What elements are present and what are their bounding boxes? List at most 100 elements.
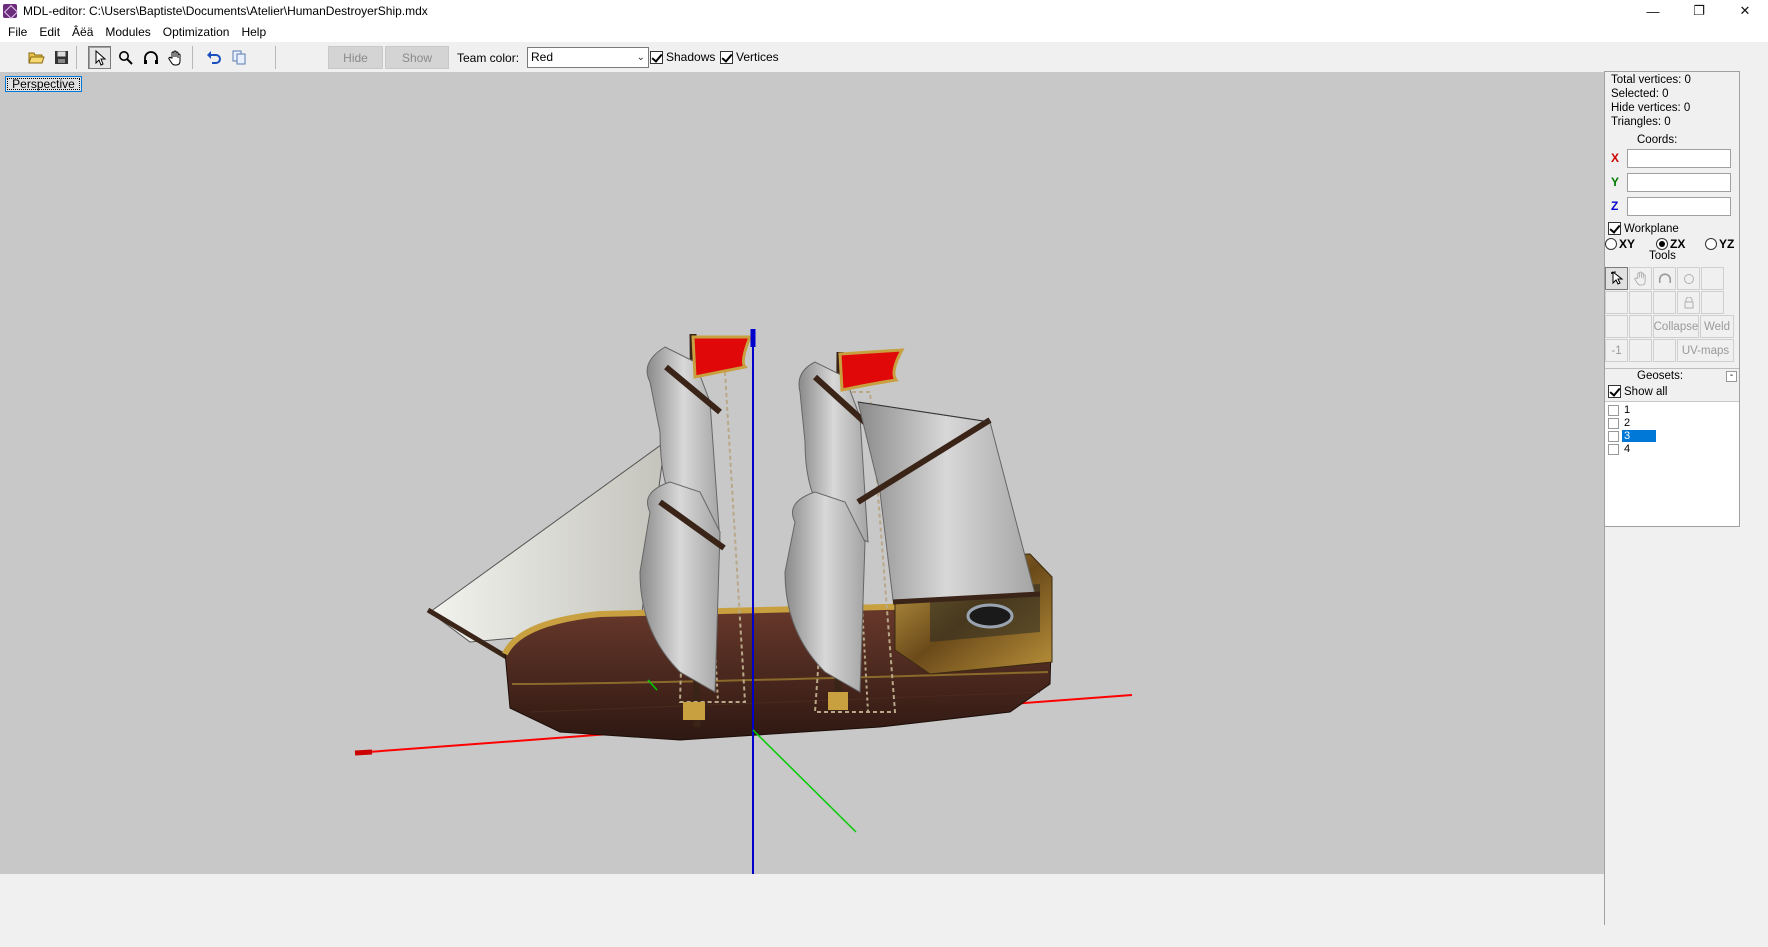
workplane-label: Workplane (1624, 222, 1679, 235)
vertices-checkbox[interactable]: Vertices (720, 50, 779, 64)
magnifier-icon (119, 51, 133, 65)
shadows-check-box[interactable] (650, 50, 663, 64)
y-coord-label: Y (1611, 175, 1620, 189)
z-coord-input[interactable] (1627, 197, 1731, 216)
plane-zx-radio[interactable]: ZX (1656, 237, 1685, 251)
tool-empty-2[interactable] (1605, 291, 1628, 314)
3d-viewport[interactable]: Perspective (0, 72, 1604, 874)
geosets-header: Geosets: - (1605, 368, 1739, 384)
hand-icon (1633, 271, 1646, 286)
plane-xy-label: XY (1619, 237, 1636, 251)
tool-empty-4[interactable] (1653, 291, 1676, 314)
empty-tool-button[interactable] (252, 46, 275, 69)
menu-view[interactable]: Âëä (66, 22, 99, 42)
deck-detail-fore (683, 702, 705, 720)
team-color-value: Red (531, 50, 554, 64)
vertices-check-box[interactable] (720, 50, 733, 64)
window-controls: — ❐ ✕ (1630, 0, 1768, 22)
list-item[interactable]: 2 (1608, 417, 1656, 429)
open-button[interactable] (25, 46, 48, 69)
hide-button[interactable]: Hide (328, 46, 383, 69)
perspective-button[interactable]: Perspective (5, 76, 82, 92)
plane-xy-radio-dot[interactable] (1605, 238, 1617, 250)
coords-title: Coords: (1637, 134, 1678, 146)
pan-button[interactable] (164, 46, 187, 69)
show-button[interactable]: Show (385, 46, 449, 69)
plane-xy-radio[interactable]: XY (1605, 237, 1635, 251)
uv-maps-button[interactable]: UV-maps (1677, 339, 1734, 362)
total-vertices-stat: Total vertices: 0 (1611, 74, 1691, 86)
plane-yz-radio[interactable]: YZ (1705, 237, 1734, 251)
minimize-button[interactable]: — (1630, 0, 1676, 22)
team-color-select[interactable]: Red ⌄ (527, 47, 649, 68)
tool-move[interactable] (1629, 267, 1652, 290)
toolbar-separator (192, 46, 193, 69)
x-coord-input[interactable] (1627, 149, 1731, 168)
shadows-label: Shadows (666, 50, 716, 64)
undo-button[interactable] (202, 46, 225, 69)
fore-flag (691, 335, 753, 379)
select-tool-button[interactable] (88, 46, 111, 69)
triangles-stat: Triangles: 0 (1611, 116, 1671, 128)
menu-optimization[interactable]: Optimization (157, 22, 236, 42)
chevron-down-icon: ⌄ (636, 52, 645, 63)
geoset-label: 2 (1624, 417, 1631, 429)
menu-edit[interactable]: Edit (33, 22, 66, 42)
shadows-checkbox[interactable]: Shadows (650, 50, 715, 64)
zoom-button[interactable] (114, 46, 137, 69)
tool-empty-7[interactable] (1629, 315, 1652, 338)
copy-button[interactable] (227, 46, 250, 69)
tool-empty-8[interactable] (1629, 339, 1652, 362)
menu-bar: File Edit Âëä Modules Optimization Help (0, 22, 1768, 42)
app-logo-icon (3, 4, 17, 18)
plane-zx-label: ZX (1670, 237, 1686, 251)
toolbar-separator (76, 46, 77, 69)
geosets-collapse-button[interactable]: - (1726, 371, 1737, 382)
plane-zx-radio-dot[interactable] (1656, 238, 1668, 250)
tool-empty-3[interactable] (1629, 291, 1652, 314)
geosets-title: Geosets: (1637, 370, 1684, 382)
tool-empty-9[interactable] (1653, 339, 1676, 362)
workplane-check-box[interactable] (1608, 222, 1621, 235)
geoset-label: 4 (1624, 443, 1631, 455)
tool-lock[interactable] (1677, 291, 1700, 314)
selected-stat: Selected: 0 (1611, 88, 1669, 100)
restore-button[interactable]: ❐ (1676, 0, 1722, 22)
list-item[interactable]: 3 (1608, 430, 1656, 442)
geoset-checkbox[interactable] (1608, 404, 1619, 416)
arrow-cursor-icon (95, 49, 106, 66)
tool-empty-6[interactable] (1605, 315, 1628, 338)
plane-yz-label: YZ (1719, 237, 1735, 251)
panel-divider (1604, 527, 1605, 925)
y-coord-input[interactable] (1627, 173, 1731, 192)
list-item[interactable]: 1 (1608, 404, 1656, 416)
tool-rotate[interactable] (1653, 267, 1676, 290)
rotate-button[interactable] (139, 46, 162, 69)
menu-file[interactable]: File (2, 22, 33, 42)
floppy-disk-icon (55, 51, 68, 64)
workplane-checkbox[interactable]: Workplane (1608, 222, 1679, 235)
collapse-button[interactable]: Collapse (1653, 315, 1699, 338)
tool-empty-1[interactable] (1701, 267, 1724, 290)
geoset-checkbox[interactable] (1608, 417, 1619, 429)
show-all-check-box[interactable] (1608, 385, 1621, 398)
geoset-label: 1 (1624, 404, 1631, 416)
save-button[interactable] (50, 46, 73, 69)
weld-button[interactable]: Weld (1700, 315, 1734, 338)
geoset-checkbox[interactable] (1608, 430, 1619, 442)
right-panel: Total vertices: 0 Selected: 0 Hide verti… (1604, 71, 1740, 527)
geoset-checkbox[interactable] (1608, 443, 1619, 455)
menu-help[interactable]: Help (235, 22, 272, 42)
tool-empty-5[interactable] (1701, 291, 1724, 314)
ship-scene (354, 329, 1133, 874)
list-item[interactable]: 4 (1608, 443, 1656, 455)
plane-yz-radio-dot[interactable] (1705, 238, 1717, 250)
close-button[interactable]: ✕ (1722, 0, 1768, 22)
tool-scale[interactable] (1677, 267, 1700, 290)
tool-select-vertex[interactable] (1605, 267, 1628, 290)
minus-one-button[interactable]: -1 (1605, 339, 1628, 362)
y-axis-line (752, 729, 857, 833)
show-all-checkbox[interactable]: Show all (1608, 385, 1667, 398)
menu-modules[interactable]: Modules (99, 22, 156, 42)
copy-pages-icon (232, 50, 245, 65)
